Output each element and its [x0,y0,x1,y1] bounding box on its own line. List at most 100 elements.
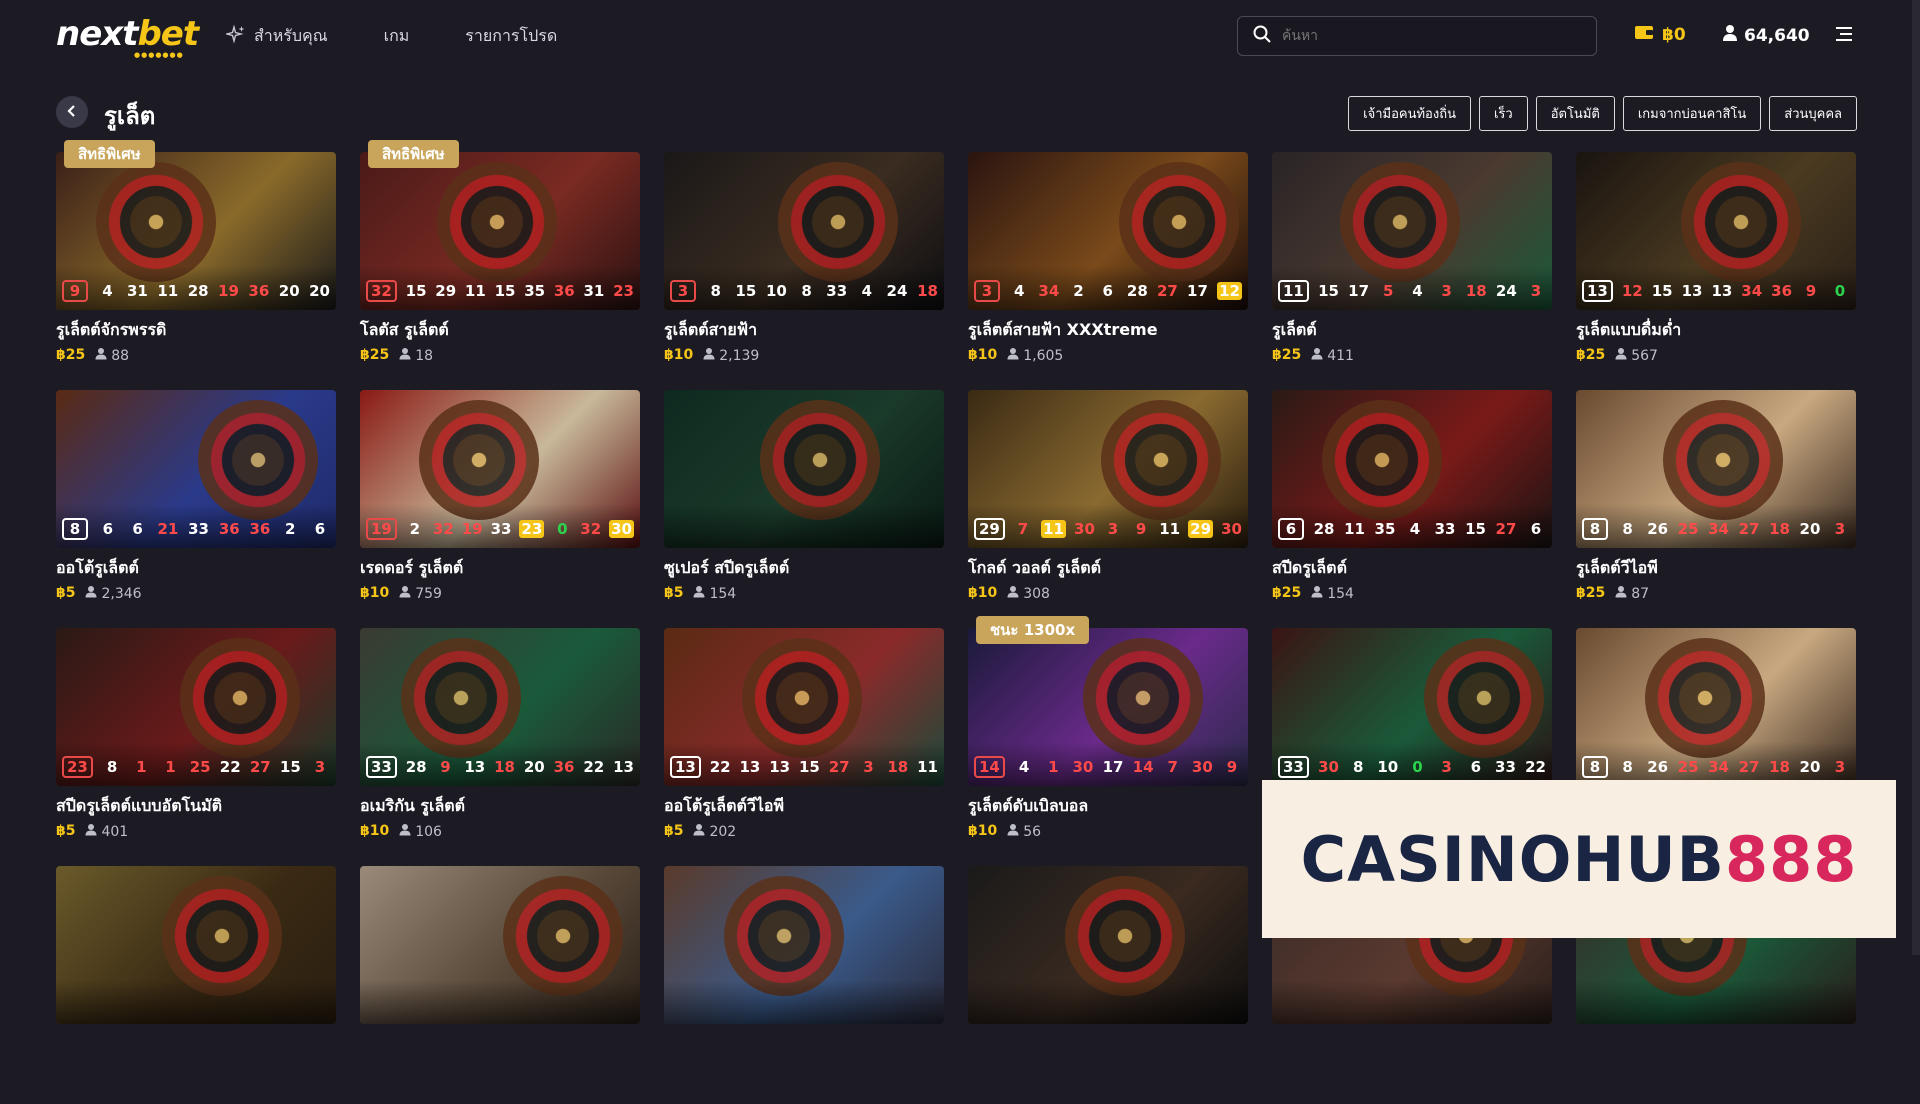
nav-favorites[interactable]: รายการโปรด [465,24,557,49]
game-card[interactable]: 6 28 11 35 4 33 15 27 6 สปีดรูเล็ตต์ ฿25 154 [1272,390,1552,628]
result-number: 8 [1622,520,1633,538]
game-card[interactable]: 3 8 15 10 8 33 4 24 18 รูเล็ตต์สายฟ้า ฿10 2,139 [664,152,944,390]
game-thumbnail[interactable]: 13 12 15 13 13 34 36 9 0 [1576,152,1856,310]
game-thumbnail[interactable]: 8 8 26 25 34 27 18 20 3 [1576,390,1856,548]
game-thumbnail[interactable]: 9 4 31 11 28 19 36 20 20 [56,152,336,310]
game-title[interactable]: รูเล็ตต์สายฟ้า XXXtreme [968,318,1248,343]
game-card[interactable]: 33 28 9 13 18 20 36 22 13 อเมริกัน รูเล็ตต์ ฿10 106 [360,628,640,866]
game-thumbnail[interactable]: 8 8 26 25 34 27 18 20 3 [1576,628,1856,786]
game-thumbnail[interactable]: 33 28 9 13 18 20 36 22 13 [360,628,640,786]
user-points[interactable]: 64,640 [1722,24,1810,47]
nextbet-logo[interactable]: nextbet ●●●●●●● [56,14,199,59]
game-title[interactable]: โกลด์ วอลต์ รูเล็ตต์ [968,556,1248,581]
game-meta: ฿25 18 [360,347,640,364]
game-card[interactable]: 3 4 34 2 6 28 27 17 12 รูเล็ตต์สายฟ้า XXXtreme ฿10… [968,152,1248,390]
game-thumbnail[interactable] [968,866,1248,1024]
roulette-wheel-icon [401,638,521,758]
game-title[interactable]: ซูเปอร์ สปีดรูเล็ตต์ [664,556,944,581]
game-card[interactable]: 29 7 11 30 3 9 11 29 30 โกลด์ วอลต์ รูเล็ตต์ ฿10 30… [968,390,1248,628]
game-thumbnail[interactable]: 14 4 1 30 17 14 7 30 9 [968,628,1248,786]
game-title[interactable]: อเมริกัน รูเล็ตต์ [360,794,640,819]
game-title[interactable]: รูเล็ตต์จักรพรรดิ [56,318,336,343]
filter-button[interactable]: เกมจากบ่อนคาสิโน [1622,96,1762,131]
game-thumbnail[interactable] [360,866,640,1024]
game-thumbnail[interactable]: 23 8 1 1 25 22 27 15 3 [56,628,336,786]
result-number: 23 [613,282,634,300]
game-card[interactable]: 19 2 32 19 33 23 0 32 30 เรดดอร์ รูเล็ตต์ ฿10 759 [360,390,640,628]
promo-banner[interactable]: CASINOHUB 888 [1262,780,1896,938]
result-number: 4 [1409,520,1421,538]
game-title[interactable]: ออโต้รูเล็ตต์ [56,556,336,581]
search-input[interactable] [1282,28,1572,44]
game-card[interactable]: 23 8 1 1 25 22 27 15 3 สปีดรูเล็ตต์แบบอัตโนมัติ ฿5… [56,628,336,866]
result-number: 26 [1647,758,1669,776]
game-thumbnail[interactable] [664,866,944,1024]
game-thumbnail[interactable]: 19 2 32 19 33 23 0 32 30 [360,390,640,548]
wallet-balance[interactable]: ฿0 [1634,24,1686,45]
player-count: 2,346 [85,585,142,602]
game-card[interactable]: ซูเปอร์ สปีดรูเล็ตต์ ฿5 154 [664,390,944,628]
result-number: 33 [366,756,397,778]
game-thumbnail[interactable]: 33 30 8 10 0 3 6 33 22 [1272,628,1552,786]
filter-button[interactable]: เจ้ามือคนท้องถิ่น [1348,96,1471,131]
filter-button[interactable]: เร็ว [1478,96,1528,131]
game-thumbnail[interactable]: 13 22 13 13 15 27 3 18 11 [664,628,944,786]
result-number: 17 [1102,758,1124,776]
scrollbar[interactable] [1912,0,1920,955]
game-title[interactable]: ออโต้รูเล็ตต์วีไอพี [664,794,944,819]
result-number: 24 [886,282,908,300]
min-bet: ฿25 [1272,585,1302,601]
game-card[interactable]: 13 22 13 13 15 27 3 18 11 ออโต้รูเล็ตต์วีไอพี ฿5 20… [664,628,944,866]
game-card[interactable] [360,866,640,1104]
game-thumbnail[interactable]: 8 6 6 21 33 36 36 2 6 [56,390,336,548]
player-count: 56 [1007,823,1041,840]
game-thumbnail[interactable]: 29 7 11 30 3 9 11 29 30 [968,390,1248,548]
user-icon [1007,585,1019,602]
game-card[interactable]: 11 15 17 5 4 3 18 24 3 รูเล็ตต์ ฿25 411 [1272,152,1552,390]
game-thumbnail[interactable]: 32 15 29 11 15 35 36 31 23 [360,152,640,310]
recent-results: 6 28 11 35 4 33 15 27 6 [1278,518,1546,540]
game-card[interactable]: สิทธิพิเศษ 32 15 29 11 15 35 36 31 23 โลตัส รูเล็ต… [360,140,640,390]
game-title[interactable]: รูเล็ตต์สายฟ้า [664,318,944,343]
game-title[interactable]: รูเล็ตต์วีไอพี [1576,556,1856,581]
game-title[interactable]: สปีดรูเล็ตต์ [1272,556,1552,581]
game-thumbnail[interactable]: 3 4 34 2 6 28 27 17 12 [968,152,1248,310]
game-thumbnail[interactable] [664,390,944,548]
game-card[interactable]: 13 12 15 13 13 34 36 9 0 รูเล็ตแบบดื่มด่ำ ฿25 567 [1576,152,1856,390]
result-number: 3 [1530,282,1542,300]
nav-games[interactable]: เกม [384,24,410,49]
result-number: 35 [524,282,546,300]
menu-icon[interactable] [1834,26,1854,46]
game-card[interactable]: 8 6 6 21 33 36 36 2 6 ออโต้รูเล็ตต์฿5 2,346 [56,390,336,628]
game-title[interactable]: รูเล็ตต์ [1272,318,1552,343]
result-number: 26 [1647,520,1669,538]
filter-button[interactable]: ส่วนบุคคล [1769,96,1857,131]
nav-for-you[interactable]: สำหรับคุณ [224,23,328,49]
result-number: 6 [1278,518,1304,540]
game-thumbnail[interactable]: 6 28 11 35 4 33 15 27 6 [1272,390,1552,548]
back-button[interactable] [56,96,88,128]
filter-button[interactable]: อัตโนมัติ [1535,96,1615,131]
roulette-wheel-icon [1101,400,1221,520]
game-title[interactable]: รูเล็ตแบบดื่มด่ำ [1576,318,1856,343]
game-title[interactable]: สปีดรูเล็ตต์แบบอัตโนมัติ [56,794,336,819]
search-box[interactable] [1237,16,1597,56]
game-card[interactable]: สิทธิพิเศษ 9 4 31 11 28 19 36 20 20 รูเล็ตต์จักรพร… [56,140,336,390]
game-title[interactable]: เรดดอร์ รูเล็ตต์ [360,556,640,581]
player-count: 88 [95,347,129,364]
game-thumbnail[interactable] [56,866,336,1024]
result-number: 30 [1074,520,1095,538]
game-title[interactable]: รูเล็ตต์ดับเบิลบอล [968,794,1248,819]
game-card[interactable]: ชนะ 1300x 14 4 1 30 17 14 7 30 9 รูเล็ตต์ดับเบิลบอ… [968,616,1248,866]
user-icon [693,823,705,840]
game-thumbnail[interactable]: 3 8 15 10 8 33 4 24 18 [664,152,944,310]
result-number: 7 [1167,758,1178,776]
game-card[interactable] [56,866,336,1104]
min-bet: ฿5 [56,585,76,601]
game-card[interactable] [968,866,1248,1104]
game-title[interactable]: โลตัส รูเล็ตต์ [360,318,640,343]
filter-bar: เจ้ามือคนท้องถิ่น เร็ว อัตโนมัติ เกมจากบ่อน… [1348,96,1857,131]
game-card[interactable]: 8 8 26 25 34 27 18 20 3 รูเล็ตต์วีไอพี ฿25 87 [1576,390,1856,628]
game-thumbnail[interactable]: 11 15 17 5 4 3 18 24 3 [1272,152,1552,310]
game-card[interactable] [664,866,944,1104]
